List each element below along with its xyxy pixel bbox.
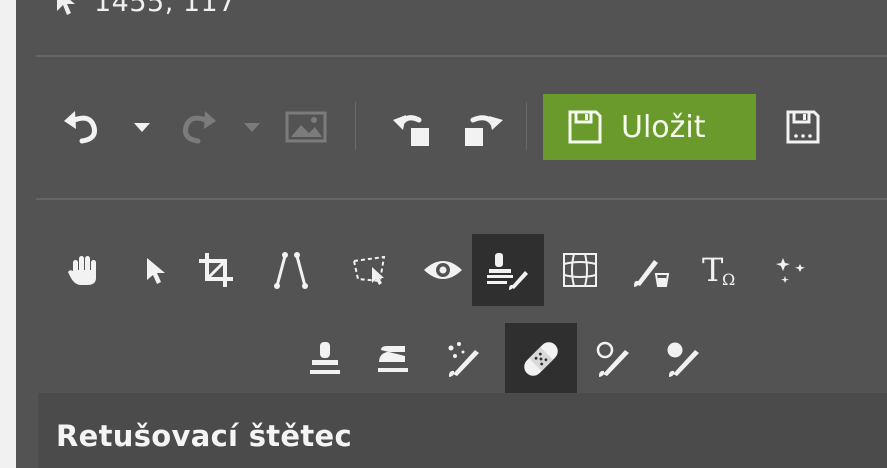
divider: [36, 55, 887, 57]
paint-tool[interactable]: [616, 234, 688, 306]
redo-button[interactable]: [162, 90, 234, 164]
iron-icon: [378, 346, 408, 372]
redo-icon: [183, 111, 216, 144]
image-button[interactable]: [274, 90, 338, 164]
perspective-tool[interactable]: [334, 234, 406, 306]
save-label: Uložit: [621, 109, 706, 145]
undo-history-dropdown[interactable]: [122, 90, 162, 164]
rotate-left-button[interactable]: [378, 90, 448, 164]
image-icon: [285, 111, 327, 143]
crop-tool[interactable]: [181, 234, 253, 306]
sparkle-brush-icon: [448, 342, 479, 377]
save-as-button[interactable]: [768, 90, 838, 164]
section-title: Retušovací štětec: [56, 419, 353, 453]
save-as-icon: [786, 110, 820, 144]
retouch-tools[interactable]: [472, 234, 544, 306]
cursor-coords-text: 1455, 117: [94, 0, 236, 18]
sparkle-brush-tool[interactable]: [429, 323, 501, 395]
redo-history-dropdown[interactable]: [234, 90, 270, 164]
warp-grid-icon: [563, 253, 597, 287]
warp-tool[interactable]: [544, 234, 616, 306]
tools-row-1: T Ω: [16, 234, 887, 306]
red-eye-icon: [424, 261, 462, 279]
svg-text:T: T: [702, 251, 724, 289]
floppy-disk-icon: [568, 110, 602, 144]
arrow-pointer-icon: [147, 258, 165, 284]
hand-tool[interactable]: [49, 234, 121, 306]
mouse-pointer-icon: [57, 0, 75, 15]
smooth-tool[interactable]: [357, 323, 429, 395]
straighten-tool[interactable]: [255, 234, 327, 306]
rotate-right-button[interactable]: [448, 90, 518, 164]
retouch-tools-icon: [487, 253, 528, 290]
svg-text:Ω: Ω: [722, 270, 735, 289]
toolbar-separator: [355, 102, 356, 150]
top-toolbar: Uložit: [16, 90, 887, 164]
text-tool[interactable]: T Ω: [686, 234, 758, 306]
effects-icon: [776, 258, 805, 283]
save-button[interactable]: Uložit: [543, 94, 756, 160]
lighten-brush-tool[interactable]: [579, 323, 651, 395]
chevron-down-icon: [244, 123, 260, 132]
tools-row-2: [16, 323, 887, 395]
lighten-brush-icon: [596, 341, 629, 377]
healing-brush-tool[interactable]: [505, 323, 577, 395]
rotate-right-icon: [465, 115, 503, 146]
chevron-down-icon: [134, 123, 150, 132]
clone-stamp-icon: [310, 342, 340, 374]
cursor-coordinates: 1455, 117: [54, 0, 236, 20]
perspective-icon: [352, 255, 386, 285]
darken-brush-icon: [667, 342, 699, 377]
clone-stamp-tool[interactable]: [289, 323, 361, 395]
undo-button[interactable]: [46, 90, 118, 164]
rotate-left-icon: [393, 115, 429, 146]
undo-icon: [64, 111, 97, 144]
tool-options-header: Retušovací štětec: [38, 393, 887, 468]
darken-brush-tool[interactable]: [649, 323, 721, 395]
bandage-icon: [524, 342, 558, 376]
effects-tool[interactable]: [756, 234, 828, 306]
straighten-icon: [274, 252, 308, 289]
crop-icon: [199, 253, 233, 287]
divider: [36, 198, 887, 200]
hand-icon: [68, 256, 96, 285]
editor-panel: 1455, 117 Uložit T Ω Retušovací štětec: [16, 0, 887, 468]
paint-bucket-brush-icon: [634, 260, 670, 287]
toolbar-separator: [526, 102, 527, 150]
red-eye-tool[interactable]: [407, 234, 479, 306]
text-icon: T Ω: [702, 251, 735, 289]
